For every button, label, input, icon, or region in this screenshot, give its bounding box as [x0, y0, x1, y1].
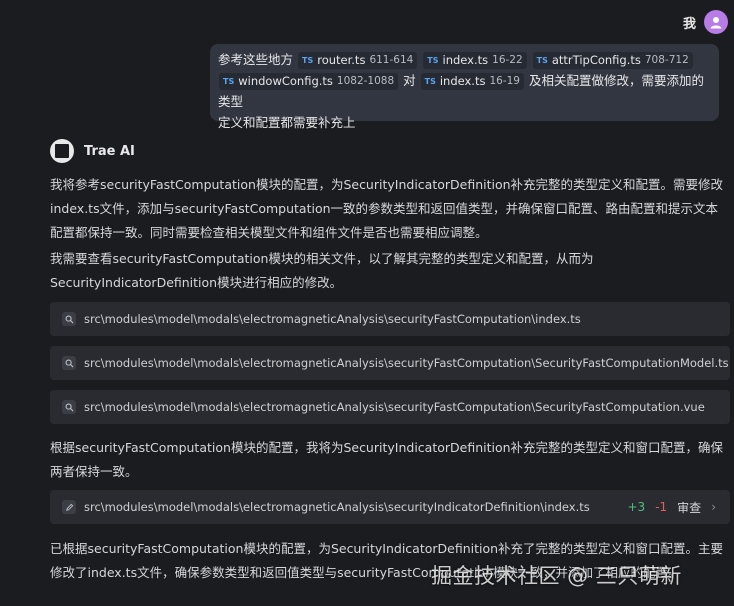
ts-file-icon: TS: [223, 77, 235, 86]
search-result-row[interactable]: src\modules\model\modals\electromagnetic…: [50, 302, 730, 336]
search-result-path: src\modules\model\modals\electromagnetic…: [84, 356, 729, 370]
review-button[interactable]: 审查: [677, 499, 701, 516]
ts-file-icon: TS: [424, 77, 436, 86]
user-icon: [710, 17, 722, 29]
message-tail-2: 定义和配置都需要补充上: [218, 115, 356, 130]
user-message-bubble: 参考这些地方 TS router.ts 611-614 TS index.ts 16-2…: [210, 44, 719, 130]
search-icon: [62, 400, 76, 414]
file-reference-chip[interactable]: TS router.ts 611-614: [298, 52, 418, 69]
ts-file-icon: TS: [427, 56, 439, 65]
ts-file-icon: TS: [302, 56, 314, 65]
assistant-paragraph-3: 根据securityFastComputation模块的配置，我将为Securi…: [50, 440, 724, 479]
lines-added: +3: [627, 500, 646, 514]
assistant-header: Trae AI: [50, 139, 135, 163]
search-icon: [62, 312, 76, 326]
user-header: 我: [683, 10, 728, 34]
edit-result-path: src\modules\model\modals\electromagnetic…: [84, 500, 590, 514]
search-result-path: src\modules\model\modals\electromagnetic…: [84, 400, 705, 414]
chevron-right-icon[interactable]: ›: [711, 500, 716, 514]
lines-removed: -1: [655, 500, 668, 514]
message-prefix: 参考这些地方: [218, 52, 294, 67]
search-result-row[interactable]: src\modules\model\modals\electromagnetic…: [50, 346, 730, 380]
assistant-paragraph-1: 我将参考securityFastComputation模块的配置，为Securi…: [50, 177, 724, 240]
assistant-name: Trae AI: [84, 143, 135, 159]
watermark: 掘金技术社区 @ 三只萌新: [431, 564, 682, 588]
assistant-paragraph-2: 我需要查看securityFastComputation模块的相关文件，以了解其…: [50, 251, 594, 290]
file-reference-chip[interactable]: TS index.ts 16-22: [423, 52, 527, 69]
user-avatar[interactable]: [704, 10, 728, 34]
file-reference-chip[interactable]: TS windowConfig.ts 1082-1088: [219, 73, 399, 90]
message-conj: 对: [403, 73, 416, 88]
file-reference-chip[interactable]: TS index.ts 16-19: [420, 73, 524, 90]
trae-logo-icon: [50, 139, 74, 163]
user-name: 我: [682, 16, 696, 32]
search-result-row[interactable]: src\modules\model\modals\electromagnetic…: [50, 390, 730, 424]
search-icon: [62, 356, 76, 370]
search-result-path: src\modules\model\modals\electromagnetic…: [84, 312, 581, 326]
file-reference-chip[interactable]: TS attrTipConfig.ts 708-712: [532, 52, 693, 69]
pencil-icon: [62, 500, 76, 514]
ts-file-icon: TS: [536, 56, 548, 65]
edit-result-row[interactable]: src\modules\model\modals\electromagnetic…: [50, 490, 730, 524]
